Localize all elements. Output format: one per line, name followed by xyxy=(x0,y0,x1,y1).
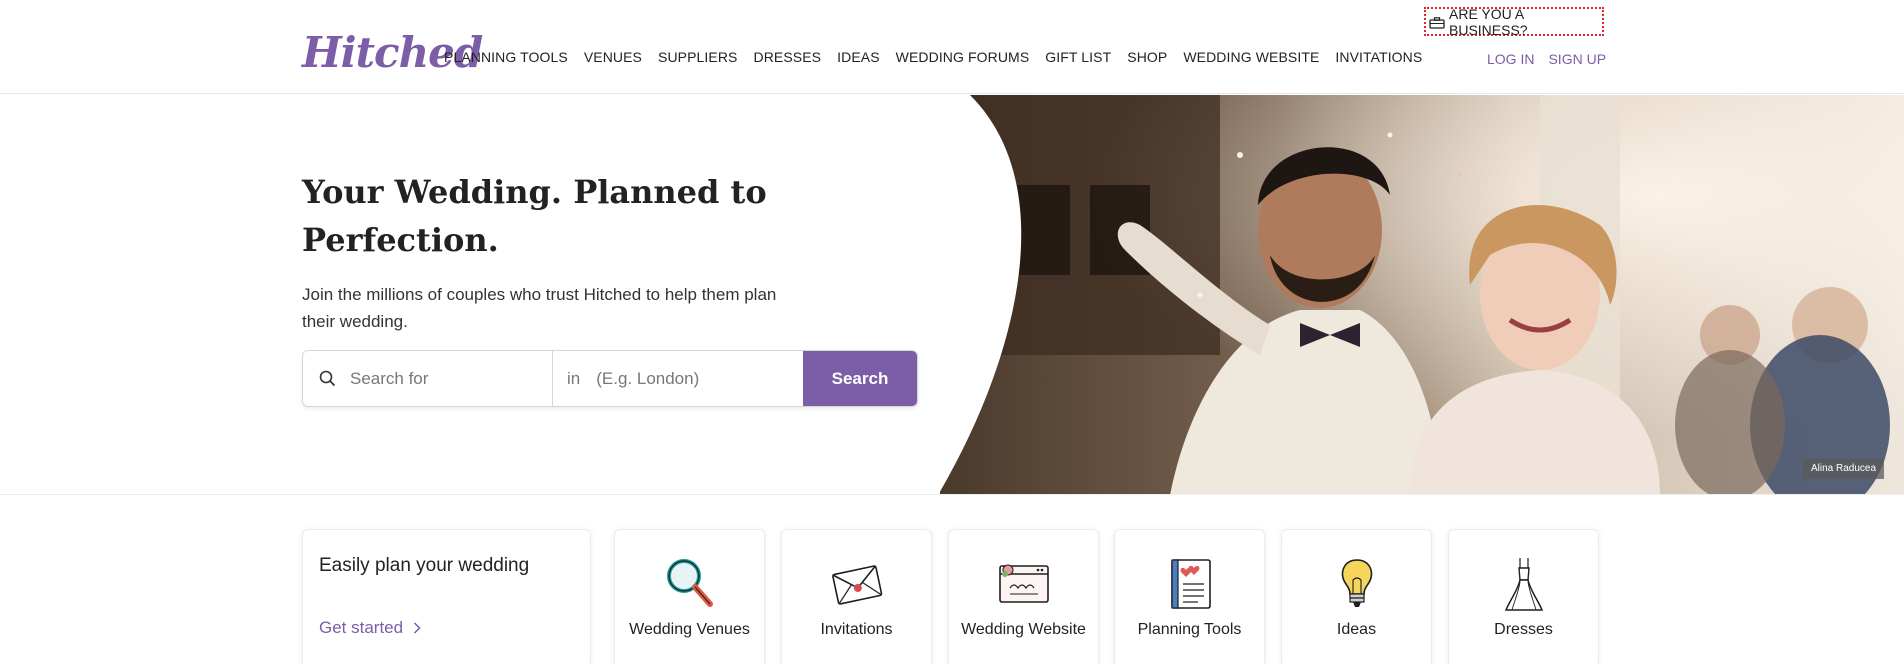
category-label: Wedding Venues xyxy=(629,621,750,638)
category-label: Planning Tools xyxy=(1137,621,1242,638)
hero-photo xyxy=(940,95,1904,494)
location-field[interactable]: in xyxy=(553,351,803,406)
search-button[interactable]: Search xyxy=(803,351,917,406)
business-label: ARE YOU A BUSINESS? xyxy=(1449,5,1528,38)
main-nav: PLANNING TOOLS VENUES SUPPLIERS DRESSES … xyxy=(444,49,1438,65)
auth-links: LOG IN SIGN UP xyxy=(1487,51,1606,67)
site-header: Hitched PLANNING TOOLS VENUES SUPPLIERS … xyxy=(0,0,1904,94)
plan-card[interactable]: Easily plan your wedding Get started xyxy=(302,529,591,664)
nav-suppliers[interactable]: SUPPLIERS xyxy=(658,49,738,65)
envelope-icon xyxy=(829,556,885,612)
plan-card-title: Easily plan your wedding xyxy=(319,555,530,576)
signup-link[interactable]: SIGN UP xyxy=(1548,51,1606,67)
notebook-icon xyxy=(1162,556,1218,612)
get-started-link[interactable]: Get started xyxy=(319,618,421,638)
nav-ideas[interactable]: IDEAS xyxy=(837,49,880,65)
nav-dresses[interactable]: DRESSES xyxy=(754,49,822,65)
magnifier-icon xyxy=(662,556,718,612)
search-input[interactable] xyxy=(350,368,520,389)
briefcase-icon xyxy=(1429,16,1445,29)
nav-shop[interactable]: SHOP xyxy=(1127,49,1167,65)
category-card-dresses[interactable]: Dresses xyxy=(1448,529,1599,664)
category-label: Ideas xyxy=(1336,621,1377,638)
photo-credit: Alina Raducea xyxy=(1803,459,1885,479)
category-label: Dresses xyxy=(1494,621,1553,638)
login-link[interactable]: LOG IN xyxy=(1487,51,1534,67)
category-card-ideas[interactable]: Ideas xyxy=(1281,529,1432,664)
lightbulb-icon xyxy=(1329,556,1385,612)
nav-wedding-forums[interactable]: WEDDING FORUMS xyxy=(896,49,1030,65)
nav-planning-tools[interactable]: PLANNING TOOLS xyxy=(444,49,568,65)
category-card-invitations[interactable]: Invitations xyxy=(781,529,932,664)
location-input[interactable] xyxy=(596,368,767,389)
hero-subtitle: Join the millions of couples who trust H… xyxy=(302,285,777,331)
business-link[interactable]: ARE YOU A BUSINESS? xyxy=(1424,5,1604,38)
hero-title: Your Wedding. Planned to Perfection. xyxy=(302,173,767,259)
search-bar: in Search xyxy=(302,350,918,407)
category-card-wedding-website[interactable]: Wedding Website xyxy=(948,529,1099,664)
search-icon xyxy=(319,370,336,387)
category-label: Wedding Website xyxy=(961,621,1086,638)
category-card-wedding-venues[interactable]: Wedding Venues xyxy=(614,529,765,664)
in-label: in xyxy=(567,368,581,388)
website-icon xyxy=(996,556,1052,612)
nav-venues[interactable]: VENUES xyxy=(584,49,642,65)
nav-invitations[interactable]: INVITATIONS xyxy=(1335,49,1422,65)
category-label: Invitations xyxy=(820,621,893,638)
get-started-label: Get started xyxy=(319,618,404,637)
hero-section: Your Wedding. Planned to Perfection. Joi… xyxy=(0,95,1904,495)
dress-icon xyxy=(1496,556,1552,612)
category-card-planning-tools[interactable]: Planning Tools xyxy=(1114,529,1265,664)
nav-gift-list[interactable]: GIFT LIST xyxy=(1045,49,1111,65)
chevron-right-icon xyxy=(413,622,421,634)
search-for-field[interactable] xyxy=(303,351,553,406)
nav-wedding-website[interactable]: WEDDING WEBSITE xyxy=(1183,49,1319,65)
